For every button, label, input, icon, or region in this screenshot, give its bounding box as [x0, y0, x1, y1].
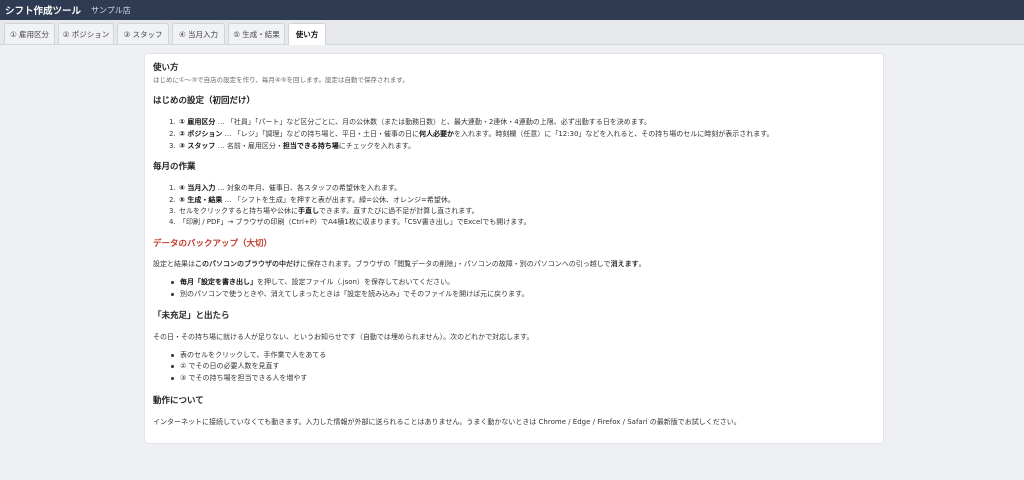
- tab-staff[interactable]: ③ スタッフ: [117, 23, 169, 44]
- shortage-item: 表のセルをクリックして、手作業で人をあてる: [169, 351, 326, 359]
- store-name: サンプル店: [91, 5, 131, 15]
- setup-item: 2. ② ポジション … 「レジ」「調理」などの持ち場と、平日・土日・催事の日に何…: [169, 130, 774, 138]
- help-panel: 使い方 はじめに①〜③で自店の設定を作り、毎月④⑤を回します。設定は自動で保存さ…: [144, 53, 884, 444]
- bullet-icon: [171, 292, 174, 296]
- tab-how-to-use[interactable]: 使い方: [288, 23, 326, 45]
- about-text: インターネットに接続していなくても動きます。入力した情報が外部に送られることはあ…: [153, 418, 741, 426]
- monthly-item: 4. 「印刷 / PDF」→ ブラウザの印刷（Ctrl+P）でA4横1枚に収まりま…: [169, 218, 531, 226]
- bullet-icon: [171, 364, 174, 368]
- shortage-text: その日・その持ち場に就ける人が足りない、というお知らせです（自動では埋められませ…: [153, 333, 534, 341]
- setup-heading: はじめの設定（初回だけ）: [153, 96, 256, 106]
- backup-text: 設定と結果はこのパソコンのブラウザの中だけに保存されます。ブラウザの「閲覧データ…: [153, 260, 646, 268]
- shortage-item: ② でその日の必要人数を見直す: [169, 362, 280, 370]
- shortage-heading: 「未充足」と出たら: [153, 311, 230, 321]
- monthly-item: 3. セルをクリックすると持ち場や公休に手直しできます。直すたびに過不足が計算し直…: [169, 207, 479, 215]
- about-heading: 動作について: [153, 396, 204, 406]
- bullet-icon: [171, 280, 174, 284]
- monthly-heading: 毎月の作業: [153, 162, 196, 172]
- tab-generate-result[interactable]: ⑤ 生成・結果: [228, 23, 285, 44]
- setup-item: 1. ① 雇用区分 … 「社員」「パート」など区分ごとに、月の公休数（または勤務日…: [169, 118, 652, 126]
- page-title: 使い方: [153, 63, 179, 73]
- monthly-item: 1. ④ 当月入力 … 対象の年月、催事日、各スタッフの希望休を入れます。: [169, 184, 402, 192]
- tab-bar: ① 雇用区分 ② ポジション ③ スタッフ ④ 当月入力 ⑤ 生成・結果 使い方: [0, 20, 1024, 45]
- tab-monthly-input[interactable]: ④ 当月入力: [172, 23, 225, 44]
- tab-position[interactable]: ② ポジション: [58, 23, 114, 44]
- monthly-item: 2. ⑤ 生成・結果 … 「シフトを生成」を押すと表が出ます。緑=公休、オレンジ=…: [169, 196, 455, 204]
- bullet-icon: [171, 376, 174, 380]
- setup-item: 3. ③ スタッフ … 名前・雇用区分・担当できる持ち場にチェックを入れます。: [169, 142, 416, 150]
- backup-item: 別のパソコンで使うときや、消えてしまったときは「設定を読み込み」でそのファイルを…: [169, 290, 528, 298]
- backup-item: 毎月「設定を書き出し」を押して、設定ファイル（.json）を保存しておいてくださ…: [169, 278, 454, 286]
- page-subtitle: はじめに①〜③で自店の設定を作り、毎月④⑤を回します。設定は自動で保存されます。: [153, 76, 409, 84]
- app-header: シフト作成ツール サンプル店: [0, 0, 1024, 20]
- backup-heading: データのバックアップ（大切）: [153, 239, 273, 249]
- app-title: シフト作成ツール: [5, 6, 82, 17]
- bullet-icon: [171, 353, 174, 357]
- shortage-item: ③ でその持ち場を担当できる人を増やす: [169, 374, 307, 382]
- tab-employment-type[interactable]: ① 雇用区分: [4, 23, 55, 44]
